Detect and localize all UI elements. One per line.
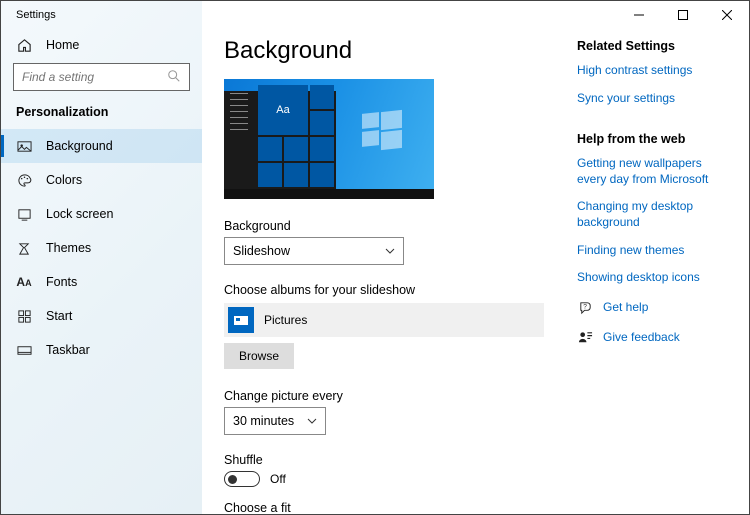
start-icon <box>16 308 32 324</box>
lockscreen-icon <box>16 206 32 222</box>
feedback-icon <box>577 330 593 346</box>
sidebar-item-label: Start <box>46 309 72 323</box>
interval-dropdown[interactable]: 30 minutes <box>224 407 326 435</box>
interval-label: Change picture every <box>224 389 577 403</box>
link-help-change-bg[interactable]: Changing my desktop background <box>577 199 733 230</box>
album-name: Pictures <box>264 313 307 327</box>
home-nav[interactable]: Home <box>1 29 202 63</box>
chevron-down-icon <box>385 246 395 256</box>
get-help-row[interactable]: ? Get help <box>577 300 733 316</box>
search-icon <box>167 69 183 85</box>
background-type-dropdown[interactable]: Slideshow <box>224 237 404 265</box>
related-heading: Related Settings <box>577 39 733 53</box>
feedback-row[interactable]: Give feedback <box>577 330 733 346</box>
album-item[interactable]: Pictures <box>224 303 544 337</box>
right-panel: Related Settings High contrast settings … <box>577 1 749 514</box>
sidebar-item-lockscreen[interactable]: Lock screen <box>1 197 202 231</box>
sidebar-item-fonts[interactable]: AA Fonts <box>1 265 202 299</box>
page-title: Background <box>224 37 577 65</box>
sidebar-item-label: Lock screen <box>46 207 113 221</box>
picture-icon <box>16 138 32 154</box>
content: Background Aa Background <box>202 1 749 514</box>
link-high-contrast[interactable]: High contrast settings <box>577 63 733 79</box>
link-sync-settings[interactable]: Sync your settings <box>577 91 733 107</box>
sidebar-item-colors[interactable]: Colors <box>1 163 202 197</box>
link-help-themes[interactable]: Finding new themes <box>577 243 733 259</box>
home-icon <box>16 37 32 53</box>
help-icon: ? <box>577 300 593 316</box>
sidebar-item-background[interactable]: Background <box>1 129 202 163</box>
sidebar-item-themes[interactable]: Themes <box>1 231 202 265</box>
background-preview: Aa <box>224 79 434 199</box>
link-help-wallpapers[interactable]: Getting new wallpapers every day from Mi… <box>577 156 733 187</box>
sidebar-item-label: Background <box>46 139 113 153</box>
albums-label: Choose albums for your slideshow <box>224 283 577 297</box>
shuffle-toggle[interactable] <box>224 471 260 487</box>
shuffle-label: Shuffle <box>224 453 577 467</box>
maximize-button[interactable] <box>661 1 705 29</box>
sidebar: Settings Home Personalization Background <box>1 1 202 514</box>
sidebar-item-label: Taskbar <box>46 343 90 357</box>
background-type-value: Slideshow <box>233 244 290 258</box>
main-panel: Background Aa Background <box>202 1 577 514</box>
fonts-icon: AA <box>16 274 32 290</box>
shuffle-state: Off <box>270 472 286 486</box>
minimize-button[interactable] <box>617 1 661 29</box>
fit-label: Choose a fit <box>224 501 577 514</box>
nav-list: Background Colors Lock screen Themes AA … <box>1 129 202 367</box>
app-title: Settings <box>1 7 202 29</box>
search-input-wrap[interactable] <box>13 63 190 91</box>
taskbar-icon <box>16 342 32 358</box>
sidebar-item-label: Themes <box>46 241 91 255</box>
sidebar-item-label: Colors <box>46 173 82 187</box>
background-type-label: Background <box>224 219 577 233</box>
help-heading: Help from the web <box>577 132 733 146</box>
chevron-down-icon <box>307 416 317 426</box>
search-input[interactable] <box>22 70 161 84</box>
titlebar-controls <box>617 1 749 29</box>
themes-icon <box>16 240 32 256</box>
sidebar-item-start[interactable]: Start <box>1 299 202 333</box>
get-help-link[interactable]: Get help <box>603 300 648 316</box>
interval-value: 30 minutes <box>233 414 294 428</box>
browse-button[interactable]: Browse <box>224 343 294 369</box>
feedback-link[interactable]: Give feedback <box>603 330 680 346</box>
sidebar-item-taskbar[interactable]: Taskbar <box>1 333 202 367</box>
category-title: Personalization <box>1 105 202 129</box>
svg-text:?: ? <box>583 304 587 311</box>
home-label: Home <box>46 38 79 52</box>
preview-tile-text: Aa <box>258 85 308 135</box>
palette-icon <box>16 172 32 188</box>
folder-icon <box>228 307 254 333</box>
link-help-icons[interactable]: Showing desktop icons <box>577 270 733 286</box>
close-button[interactable] <box>705 1 749 29</box>
sidebar-item-label: Fonts <box>46 275 77 289</box>
